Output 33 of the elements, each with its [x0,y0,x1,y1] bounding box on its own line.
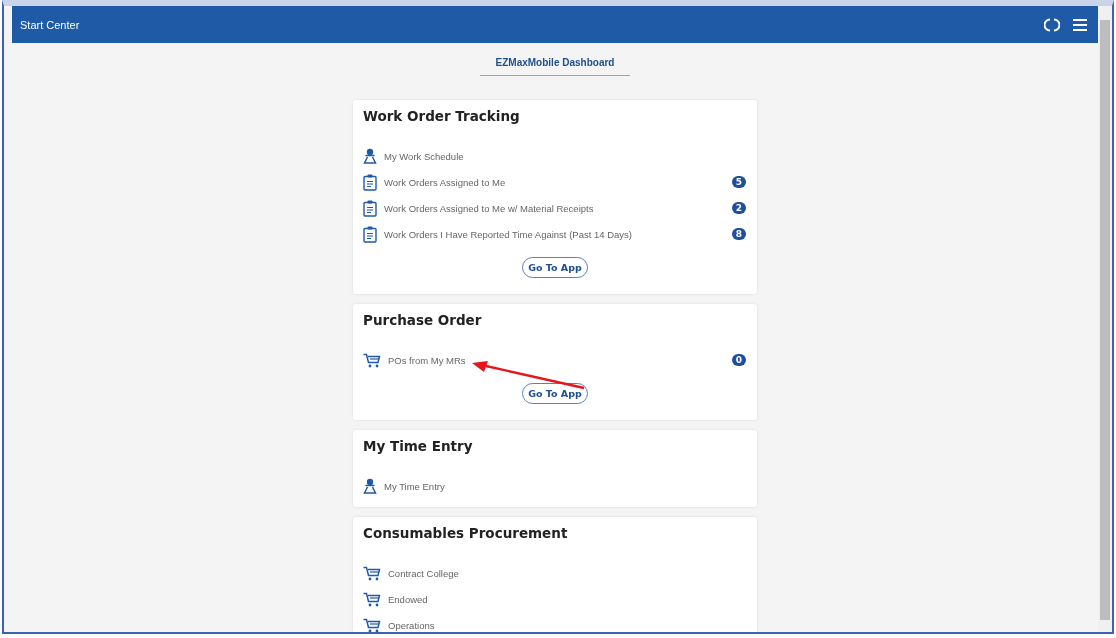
clipboard-icon [363,225,377,243]
refresh-icon[interactable] [1044,16,1060,33]
person-icon [363,148,377,164]
person-icon [363,478,377,494]
card-title: Work Order Tracking [363,108,521,124]
count-badge: 5 [731,176,746,188]
scrollbar[interactable] [1098,6,1112,632]
dashboard-tab[interactable]: EZMaxMobile Dashboard [479,53,631,76]
list-item-link[interactable]: Work Orders Assigned to Me w/ Material Receipts [384,202,732,214]
count-badge: 2 [731,202,746,214]
card-title: My Time Entry [363,438,474,454]
clipboard-icon [363,173,377,191]
clipboard-icon [363,199,377,217]
go-to-app-button[interactable]: Go To App [522,383,588,404]
page-title: Start Center [20,18,80,31]
card-title: Consumables Procurement [363,525,569,541]
list-item-link[interactable]: Work Orders Assigned to Me [384,176,732,188]
go-to-app-button[interactable]: Go To App [522,257,588,278]
menu-icon[interactable] [1072,17,1088,32]
card-title: Purchase Order [363,312,483,328]
count-badge: 8 [731,228,746,240]
list-item-link[interactable]: POs from My MRs [388,354,732,366]
list-item-link[interactable]: Work Orders I Have Reported Time Against (Past 14 Days) [384,228,732,240]
cart-icon [363,617,381,632]
list-item-link[interactable]: Operations [388,619,747,631]
cart-icon [363,591,381,607]
count-badge: 0 [731,354,746,366]
list-item-link[interactable]: Contract College [388,567,747,579]
cart-icon [363,565,381,581]
list-item-link[interactable]: Endowed [388,593,747,605]
list-item-link[interactable]: My Time Entry [384,480,747,492]
list-item-link[interactable]: My Work Schedule [384,150,747,162]
cart-icon [363,352,381,368]
